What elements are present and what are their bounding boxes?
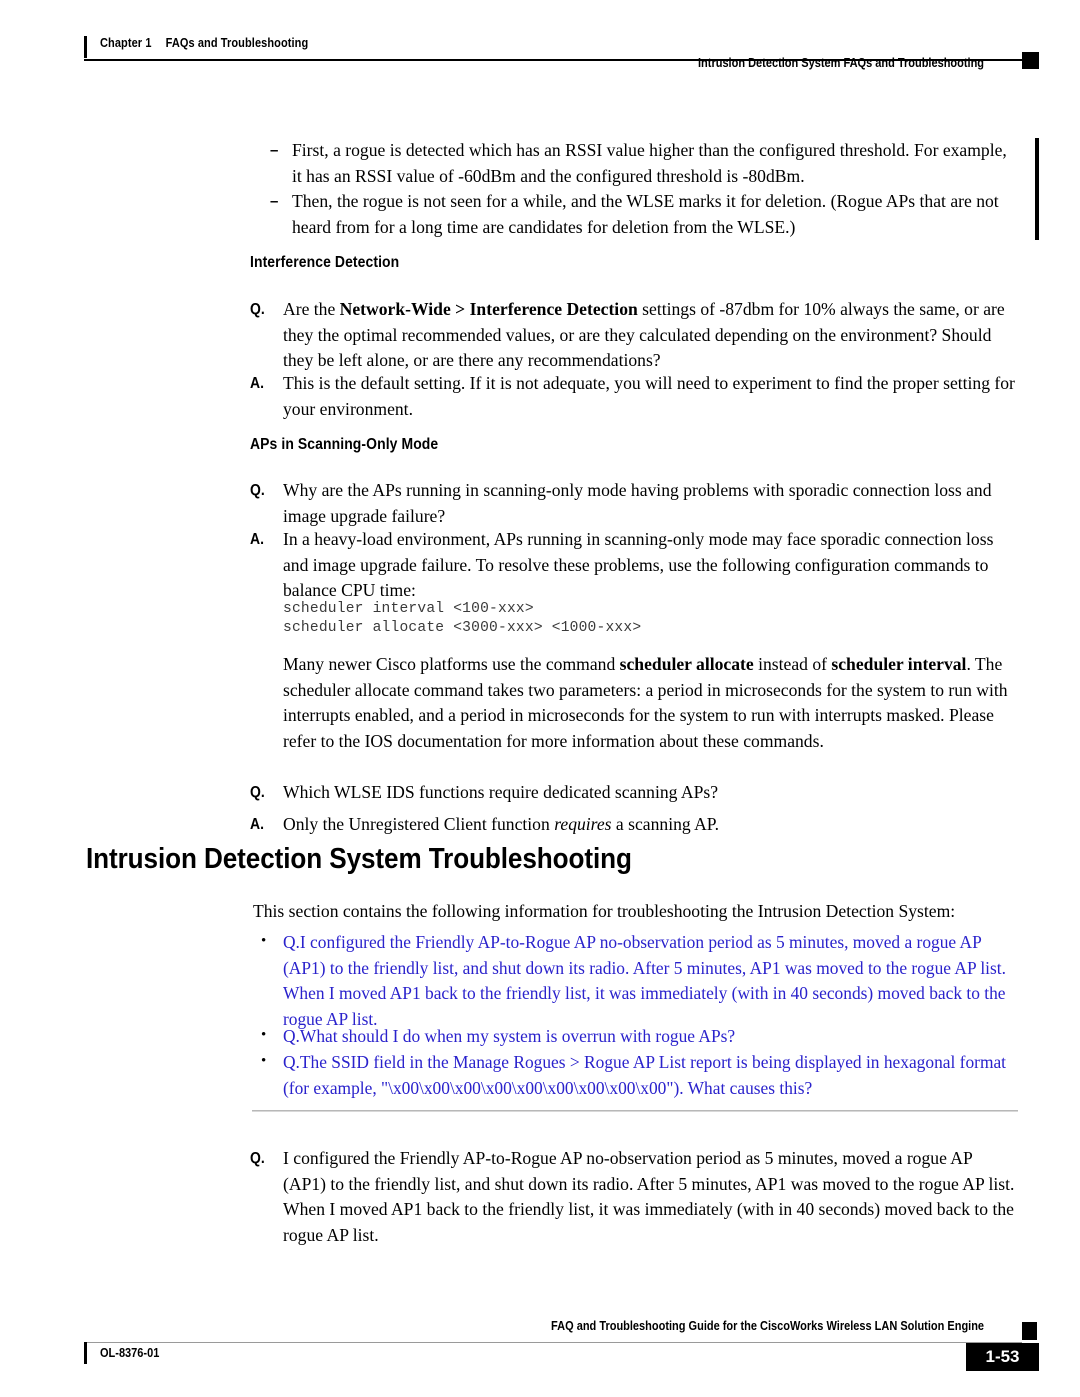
header-chapter-line: Chapter 1 FAQs and Troubleshooting — [100, 36, 308, 50]
para-mid: instead of — [753, 654, 832, 674]
toc-link-item[interactable]: • Q.The SSID field in the Manage Rogues … — [261, 1050, 1018, 1101]
bullet-icon: • — [261, 1053, 267, 1069]
dash-marker-icon: – — [270, 193, 279, 210]
dash-item-text: Then, the rogue is not seen for a while,… — [292, 191, 999, 237]
toc-link-item[interactable]: • Q.I configured the Friendly AP-to-Rogu… — [261, 930, 1018, 1032]
qa-block-answer: A. Only the Unregistered Client function… — [250, 812, 1018, 838]
footer-rule — [84, 1342, 1022, 1344]
footer-left-tick — [84, 1342, 87, 1364]
footer-page-number: 1-53 — [966, 1343, 1039, 1371]
section-title: Intrusion Detection System Troubleshooti… — [86, 843, 632, 875]
page-header: Chapter 1 FAQs and Troubleshooting Intrus… — [0, 0, 1080, 90]
qa-block-question: Q. Which WLSE IDS functions require dedi… — [250, 780, 1018, 806]
footer-guide-title: FAQ and Troubleshooting Guide for the Ci… — [550, 1319, 984, 1333]
dash-item-text: First, a rogue is detected which has an … — [292, 140, 1007, 186]
answer-text: This is the default setting. If it is no… — [283, 373, 1015, 419]
qa-block-answer: A. This is the default setting. If it is… — [250, 371, 1018, 422]
dash-marker-icon: – — [270, 142, 279, 159]
qa3-a-italic: requires — [554, 814, 612, 834]
qa3-a-pre: Only the Unregistered Client function — [283, 814, 555, 834]
answer-label: A. — [250, 531, 264, 548]
change-bar-top — [1035, 138, 1039, 240]
question-label: Q. — [250, 301, 265, 318]
para-pre: Many newer Cisco platforms use the comma… — [283, 654, 620, 674]
toc-link-item[interactable]: • Q.What should I do when my system is o… — [261, 1024, 1018, 1050]
dash-list-item: – First, a rogue is detected which has a… — [270, 138, 1018, 189]
answer-text: In a heavy-load environment, APs running… — [283, 529, 994, 600]
header-chapter-label: Chapter 1 — [100, 36, 152, 50]
answer-text: Only the Unregistered Client function re… — [283, 812, 1018, 838]
header-marker-square-icon — [1022, 52, 1039, 69]
qa1-q-bold: Network-Wide > Interference Detection — [339, 299, 638, 319]
qa3-a-post: a scanning AP. — [611, 814, 720, 834]
header-chapter-title: FAQs and Troubleshooting — [165, 36, 309, 50]
section-divider — [252, 1110, 1018, 1112]
subheading-aps-scanning-only-mode: APs in Scanning-Only Mode — [250, 436, 439, 453]
question-text: Are the Network-Wide > Interference Dete… — [283, 297, 1018, 374]
footer-marker-square-icon — [1022, 1322, 1037, 1340]
header-running-head: Intrusion Detection System FAQs and Trou… — [697, 56, 984, 70]
bullet-icon: • — [261, 933, 267, 949]
qa-block-question: Q. Why are the APs running in scanning-o… — [250, 478, 1018, 529]
subheading-interference-detection: Interference Detection — [250, 254, 400, 271]
question-text: Which WLSE IDS functions require dedicat… — [283, 782, 719, 802]
toc-link-text[interactable]: Q.I configured the Friendly AP-to-Rogue … — [283, 932, 1006, 1029]
question-label: Q. — [250, 1150, 265, 1167]
section-intro-paragraph: This section contains the following info… — [253, 901, 956, 921]
toc-link-text[interactable]: Q.The SSID field in the Manage Rogues > … — [283, 1052, 1006, 1098]
paragraph-scheduler-explanation: Many newer Cisco platforms use the comma… — [283, 652, 1018, 754]
footer-document-id: OL-8376-01 — [100, 1346, 160, 1360]
code-block: scheduler interval <100-xxx> scheduler a… — [283, 601, 642, 636]
bullet-icon: • — [261, 1027, 267, 1043]
answer-label: A. — [250, 816, 264, 833]
question-text: I configured the Friendly AP-to-Rogue AP… — [283, 1148, 1015, 1245]
answer-label: A. — [250, 375, 264, 392]
question-label: Q. — [250, 482, 265, 499]
para-bold-scheduler-allocate: scheduler allocate — [619, 654, 754, 674]
para-bold-scheduler-interval: scheduler interval — [831, 654, 967, 674]
question-text: Why are the APs running in scanning-only… — [283, 480, 992, 526]
qa1-q-pre: Are the — [283, 299, 340, 319]
document-page: Chapter 1 FAQs and Troubleshooting Intrus… — [0, 0, 1080, 1397]
header-left-tick — [84, 36, 87, 58]
toc-link-text[interactable]: Q.What should I do when my system is ove… — [283, 1026, 735, 1046]
qa-block-question: Q. Are the Network-Wide > Interference D… — [250, 297, 1018, 374]
qa-block-answer: A. In a heavy-load environment, APs runn… — [250, 527, 1018, 604]
page-footer: FAQ and Troubleshooting Guide for the Ci… — [0, 1300, 1080, 1397]
qa-block-question: Q. I configured the Friendly AP-to-Rogue… — [250, 1146, 1018, 1248]
question-label: Q. — [250, 784, 265, 801]
dash-list-item: – Then, the rogue is not seen for a whil… — [270, 189, 1018, 240]
